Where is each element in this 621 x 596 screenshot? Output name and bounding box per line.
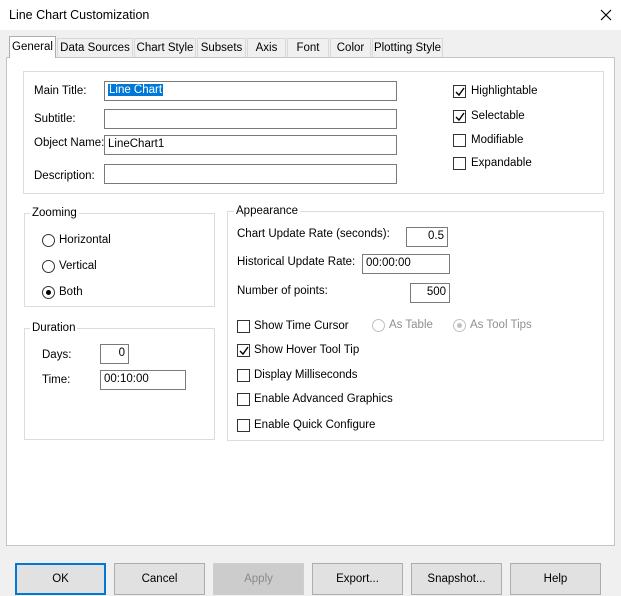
zooming-group: Zooming Horizontal Vertical Both [24,207,215,307]
modifiable-checkbox[interactable] [453,134,466,147]
display-milliseconds-label: Display Milliseconds [254,369,358,381]
window-title: Line Chart Customization [9,8,150,22]
tab-plotting-style[interactable]: Plotting Style [372,38,443,58]
enable-quick-configure-label: Enable Quick Configure [254,419,376,431]
time-label: Time: [42,374,71,386]
apply-button[interactable]: Apply [213,563,304,595]
show-hover-tool-tip-label: Show Hover Tool Tip [254,344,360,356]
duration-group: Duration Days: 0 Time: 00:10:00 [24,322,215,440]
highlightable-label: Highlightable [471,85,538,97]
zoom-vertical-label: Vertical [59,260,97,272]
tab-font[interactable]: Font [287,38,329,58]
modifiable-label: Modifiable [471,134,524,146]
checkmark-icon [455,87,465,97]
days-label: Days: [42,349,72,361]
show-time-cursor-checkbox[interactable] [237,320,250,333]
zoom-both-radio[interactable] [42,286,55,299]
tab-chart-style[interactable]: Chart Style [134,38,196,58]
highlightable-checkbox[interactable] [453,85,466,98]
checkmark-icon [455,112,465,122]
as-tool-tips-radio[interactable] [453,319,466,332]
description-label: Description: [34,170,95,182]
cancel-button[interactable]: Cancel [114,563,205,595]
chart-update-rate-label: Chart Update Rate (seconds): [237,228,390,240]
enable-advanced-graphics-checkbox[interactable] [237,393,250,406]
close-icon[interactable] [596,5,616,25]
as-table-label: As Table [389,319,433,331]
tab-subsets[interactable]: Subsets [197,38,246,58]
display-milliseconds-checkbox[interactable] [237,369,250,382]
tab-general[interactable]: General [9,36,56,58]
zoom-horizontal-radio[interactable] [42,234,55,247]
zooming-legend: Zooming [30,207,79,219]
ok-button[interactable]: OK [15,563,106,595]
tab-axis[interactable]: Axis [247,38,286,58]
time-input[interactable]: 00:10:00 [100,370,186,390]
enable-advanced-graphics-label: Enable Advanced Graphics [254,393,393,405]
show-time-cursor-label: Show Time Cursor [254,320,349,332]
tab-color[interactable]: Color [330,38,371,58]
historical-update-rate-label: Historical Update Rate: [237,256,356,268]
number-of-points-label: Number of points: [237,285,328,297]
historical-update-rate-input[interactable]: 00:00:00 [362,254,450,274]
help-button[interactable]: Help [510,563,601,595]
show-hover-tool-tip-checkbox[interactable] [237,344,250,357]
object-name-input[interactable]: LineChart1 [104,135,397,155]
main-title-label: Main Title: [34,85,87,97]
zoom-both-label: Both [59,286,83,298]
number-of-points-input[interactable]: 500 [410,283,450,303]
as-table-radio[interactable] [372,319,385,332]
tab-strip: General Data Sources Chart Style Subsets… [0,36,621,58]
selectable-checkbox[interactable] [453,110,466,123]
checkmark-icon [239,346,249,356]
days-input[interactable]: 0 [100,344,129,364]
as-tool-tips-label: As Tool Tips [470,319,532,331]
appearance-legend: Appearance [234,205,301,217]
appearance-group: Appearance Chart Update Rate (seconds): … [227,205,604,441]
object-name-label: Object Name: [34,137,105,149]
subtitle-input[interactable] [104,109,397,129]
main-title-value: Line Chart [108,84,164,96]
subtitle-label: Subtitle: [34,113,76,125]
main-title-input[interactable]: Line Chart [104,81,397,101]
zoom-vertical-radio[interactable] [42,260,55,273]
general-info-group: Main Title: Line Chart Subtitle: Object … [23,71,604,194]
export-button[interactable]: Export... [312,563,403,595]
description-input[interactable] [104,164,397,184]
tab-data-sources[interactable]: Data Sources [57,38,133,58]
general-tab-panel: Main Title: Line Chart Subtitle: Object … [6,57,615,546]
selectable-label: Selectable [471,110,525,122]
expandable-checkbox[interactable] [453,157,466,170]
snapshot-button[interactable]: Snapshot... [411,563,502,595]
zoom-horizontal-label: Horizontal [59,234,111,246]
chart-update-rate-input[interactable]: 0.5 [406,227,448,247]
enable-quick-configure-checkbox[interactable] [237,419,250,432]
duration-legend: Duration [30,322,78,334]
expandable-label: Expandable [471,157,532,169]
